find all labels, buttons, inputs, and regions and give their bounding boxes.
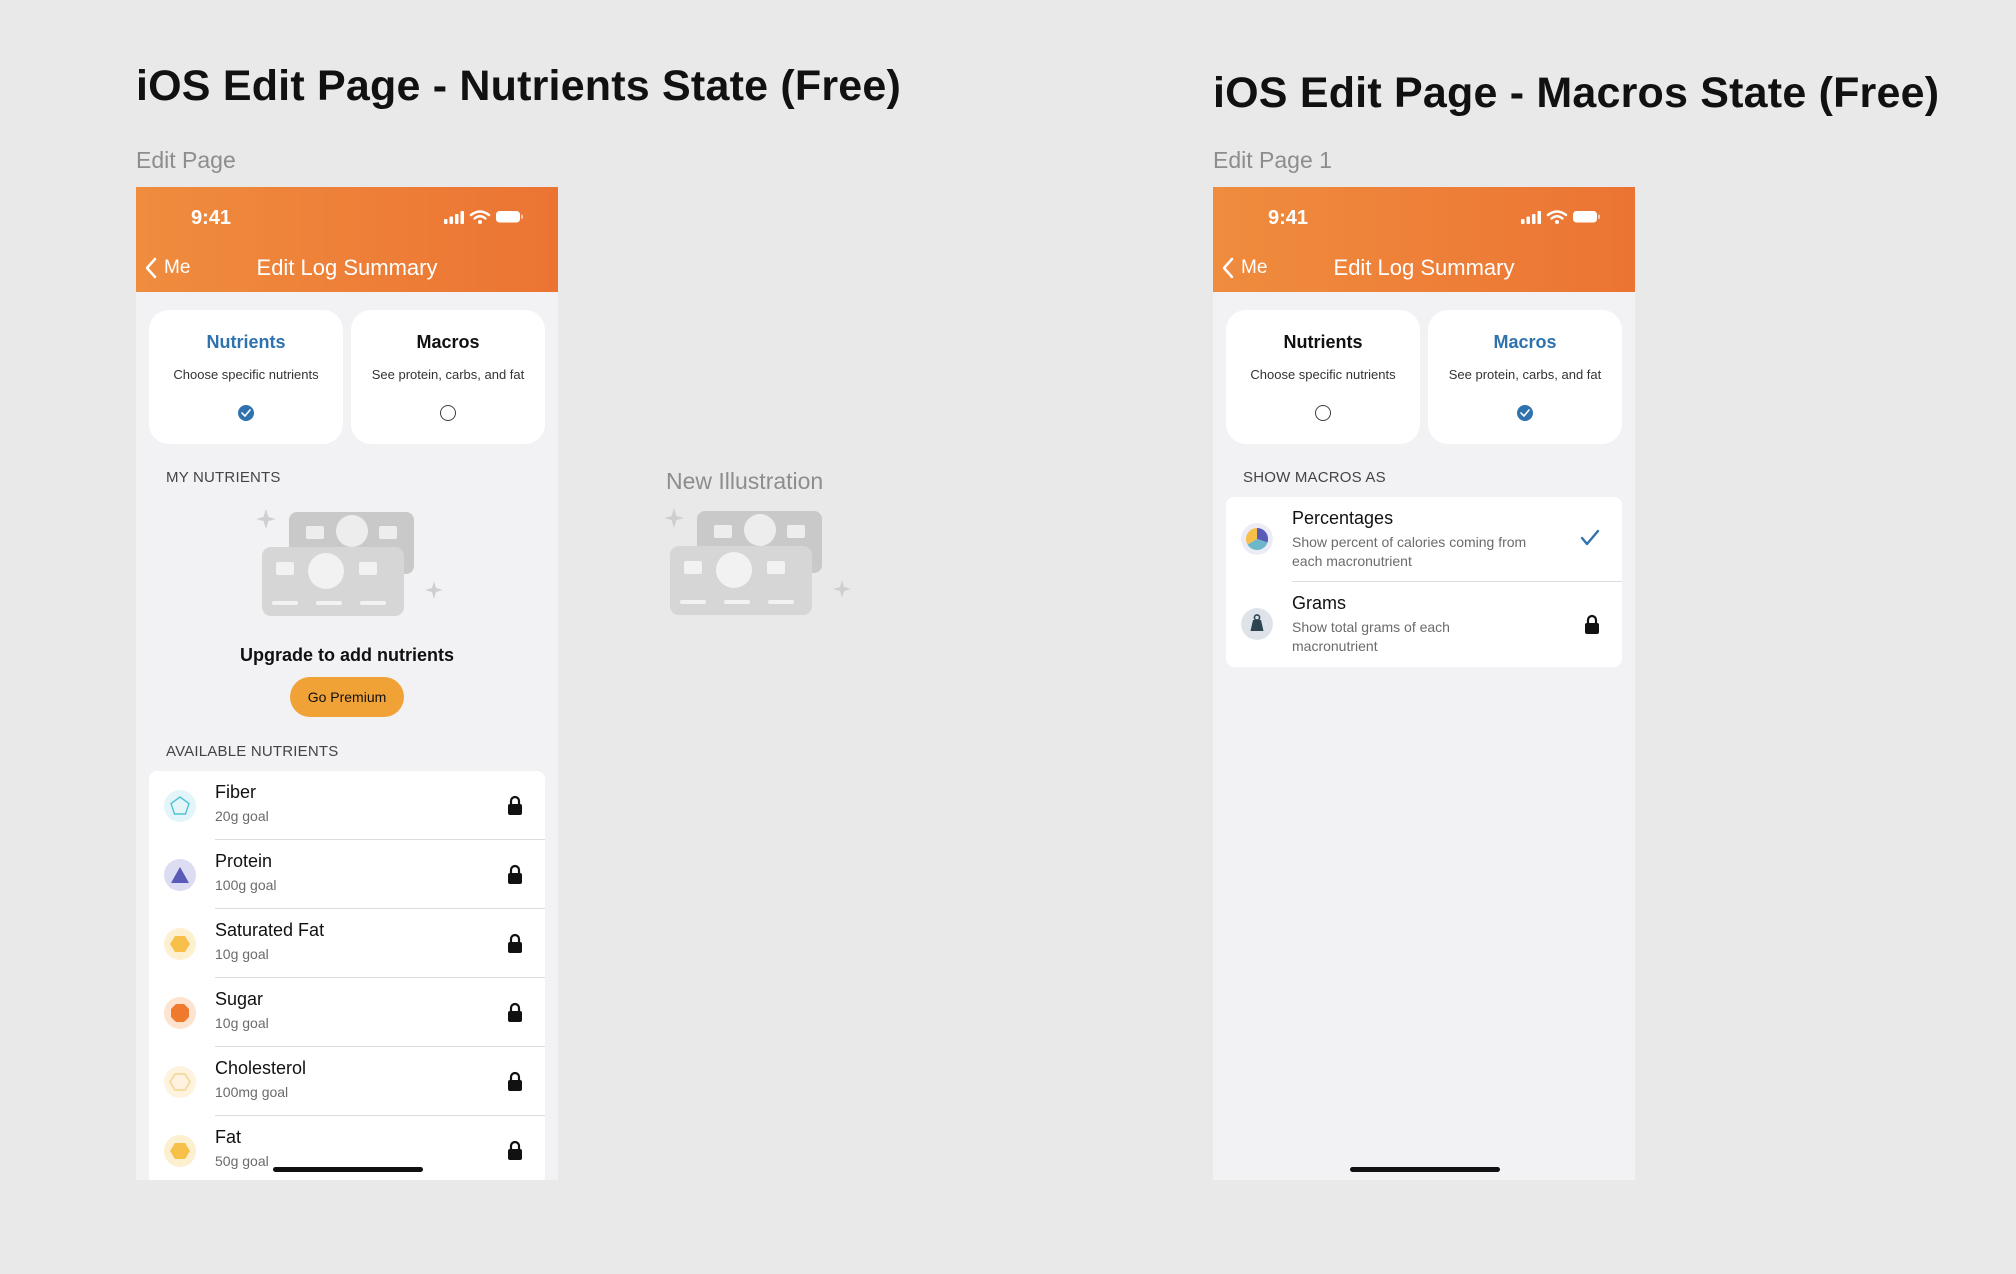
status-icons [1521, 210, 1600, 224]
macros-mode-subtitle: See protein, carbs, and fat [371, 367, 525, 382]
nutrients-radio-selected[interactable] [238, 405, 254, 421]
nutrient-row-fiber[interactable]: Fiber 20g goal [149, 771, 545, 840]
hexagon-icon [164, 928, 196, 960]
signal-icon [444, 219, 448, 224]
macro-option-grams[interactable]: Grams Show total grams of each macronutr… [1226, 582, 1622, 667]
status-icons [444, 210, 523, 224]
pentagon-icon [164, 790, 196, 822]
triangle-icon [164, 859, 196, 891]
nutrient-goal: 50g goal [215, 1153, 269, 1169]
home-indicator[interactable] [273, 1167, 423, 1172]
nutrient-goal: 10g goal [215, 1015, 269, 1031]
hexagon-icon [164, 1135, 196, 1167]
nutrient-name: Fat [215, 1127, 242, 1147]
battery-icon [496, 211, 520, 223]
macro-option-description: Show total grams of each macronutrient [1292, 619, 1450, 654]
macro-option-description: Show percent of calories coming from eac… [1292, 534, 1527, 569]
macros-mode-card[interactable]: Macros See protein, carbs, and fat [351, 310, 545, 444]
wifi-icon [1546, 210, 1568, 220]
octagon-icon [164, 997, 196, 1029]
nutrients-mode-title: Nutrients [1283, 332, 1363, 352]
nutrient-name: Cholesterol [215, 1058, 307, 1078]
nutrient-goal: 20g goal [215, 808, 269, 824]
nutrient-goal: 10g goal [215, 946, 269, 962]
lock-icon [508, 933, 522, 953]
check-icon [241, 409, 251, 417]
nutrient-goal: 100mg goal [215, 1084, 289, 1100]
lock-icon [508, 795, 522, 815]
lock-icon [1585, 614, 1599, 634]
lock-icon [508, 1002, 522, 1022]
illustration-label: New Illustration [666, 468, 824, 494]
status-time: 9:41 [1268, 207, 1309, 229]
header-bar: 9:41 Me Edit Log Summary [136, 187, 558, 292]
nutrients-mode-subtitle: Choose specific nutrients [1250, 367, 1396, 382]
page-title: Edit Log Summary [1333, 255, 1515, 280]
nutrient-goal: 100g goal [215, 877, 277, 893]
wifi-icon [469, 210, 491, 220]
my-nutrients-label: MY NUTRIENTS [166, 469, 281, 486]
macros-mode-title: Macros [416, 332, 480, 352]
money-icon [664, 508, 851, 615]
nutrient-name: Saturated Fat [215, 920, 325, 940]
header-bar: 9:41 Me Edit Log Summary [1213, 187, 1635, 292]
battery-icon [1573, 211, 1597, 223]
macro-option-percentages[interactable]: Percentages Show percent of calories com… [1226, 497, 1622, 582]
left-frame-label: Edit Page [136, 147, 236, 173]
status-time: 9:41 [191, 207, 232, 229]
signal-icon [1521, 219, 1525, 224]
available-nutrients-list: Fiber 20g goal Protein 100g goal Saturat… [149, 771, 545, 1180]
nutrient-name: Sugar [215, 989, 264, 1009]
left-frame-title: iOS Edit Page - Nutrients State (Free) [136, 62, 902, 110]
money-illustration [662, 508, 854, 623]
lock-icon [508, 1071, 522, 1091]
weight-icon [1241, 608, 1273, 640]
macros-phone-screen: 9:41 Me Edit Log Summary Nutrients Choos… [1213, 187, 1635, 1180]
upgrade-illustration [254, 509, 446, 624]
pie-chart-icon [1241, 523, 1273, 555]
lock-icon [508, 864, 522, 884]
right-frame-label: Edit Page 1 [1213, 147, 1332, 173]
nutrient-row-protein[interactable]: Protein 100g goal [149, 840, 545, 909]
show-macros-label: SHOW MACROS AS [1243, 469, 1386, 486]
nutrients-mode-card[interactable]: Nutrients Choose specific nutrients [149, 310, 343, 444]
hexagon-outline-icon [164, 1066, 196, 1098]
macros-radio-unselected[interactable] [440, 405, 456, 421]
check-icon [1520, 409, 1530, 417]
macros-radio-selected[interactable] [1517, 405, 1533, 421]
nutrient-row-sugar[interactable]: Sugar 10g goal [149, 978, 545, 1047]
available-nutrients-label: AVAILABLE NUTRIENTS [166, 743, 339, 760]
nutrients-mode-title: Nutrients [206, 332, 286, 352]
nutrient-row-saturated-fat[interactable]: Saturated Fat 10g goal [149, 909, 545, 978]
upgrade-title: Upgrade to add nutrients [239, 645, 454, 665]
macros-mode-title: Macros [1493, 332, 1557, 352]
macros-display-options: Percentages Show percent of calories com… [1226, 497, 1622, 667]
nutrient-row-cholesterol[interactable]: Cholesterol 100mg goal [149, 1047, 545, 1116]
lock-icon [508, 1140, 522, 1160]
page-title: Edit Log Summary [256, 255, 438, 280]
nutrients-phone-screen: 9:41 Me Edit Log Summary Nutrients Choos… [136, 187, 558, 1180]
nutrients-mode-card[interactable]: Nutrients Choose specific nutrients [1226, 310, 1420, 444]
macro-option-name: Grams [1292, 593, 1346, 613]
nutrients-radio-unselected[interactable] [1315, 405, 1331, 421]
right-frame-title: iOS Edit Page - Macros State (Free) [1213, 69, 1940, 117]
checkmark-icon [1580, 529, 1600, 546]
nutrient-name: Protein [215, 851, 273, 871]
macros-mode-card[interactable]: Macros See protein, carbs, and fat [1428, 310, 1622, 444]
home-indicator[interactable] [1350, 1167, 1500, 1172]
macro-option-name: Percentages [1292, 508, 1394, 528]
nutrients-mode-subtitle: Choose specific nutrients [173, 367, 319, 382]
macros-mode-subtitle: See protein, carbs, and fat [1448, 367, 1602, 382]
money-icon [256, 509, 443, 616]
go-premium-button[interactable]: Go Premium [290, 677, 404, 717]
nutrient-name: Fiber [215, 782, 257, 802]
